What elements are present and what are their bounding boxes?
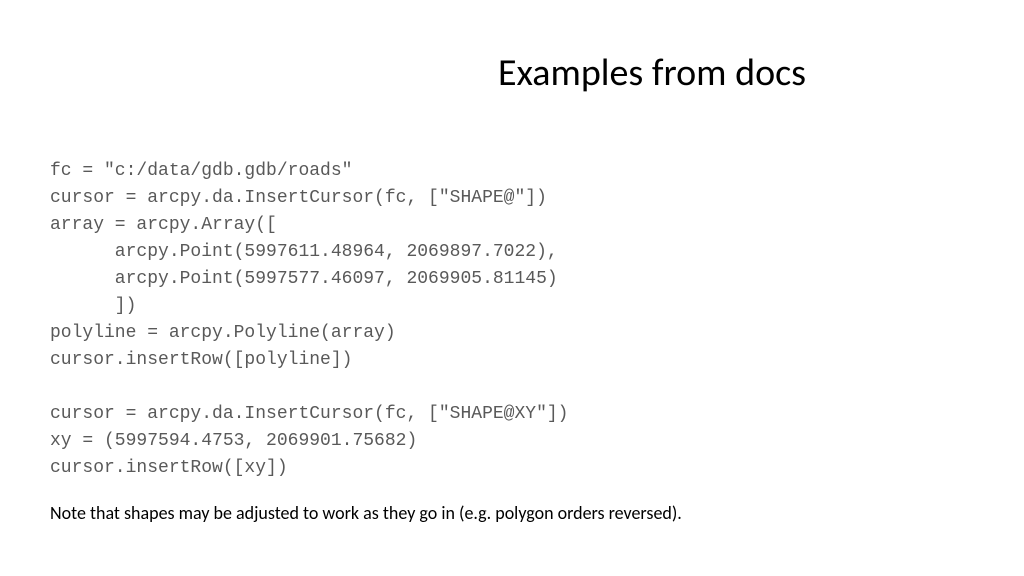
code-line: cursor = arcpy.da.InsertCursor(fc, ["SHA… <box>50 188 547 208</box>
code-line: fc = "c:/data/gdb.gdb/roads" <box>50 161 352 181</box>
code-line: cursor.insertRow([xy]) <box>50 458 288 478</box>
code-example: fc = "c:/data/gdb.gdb/roads" cursor = ar… <box>50 131 974 482</box>
code-line: polyline = arcpy.Polyline(array) <box>50 323 396 343</box>
code-line: xy = (5997594.4753, 2069901.75682) <box>50 431 417 451</box>
code-line: arcpy.Point(5997611.48964, 2069897.7022)… <box>50 242 558 262</box>
footer-note: Note that shapes may be adjusted to work… <box>50 502 974 524</box>
code-line: cursor.insertRow([polyline]) <box>50 350 352 370</box>
code-line: ]) <box>50 296 136 316</box>
code-line: arcpy.Point(5997577.46097, 2069905.81145… <box>50 269 558 289</box>
slide-title: Examples from docs <box>330 50 974 96</box>
code-line: array = arcpy.Array([ <box>50 215 277 235</box>
code-line: cursor = arcpy.da.InsertCursor(fc, ["SHA… <box>50 404 568 424</box>
